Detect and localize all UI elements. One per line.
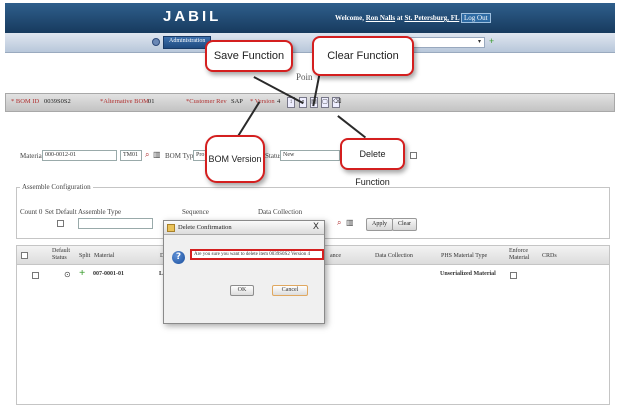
cancel-button[interactable]: Cancel [272,285,308,296]
checkbox[interactable] [410,152,417,159]
header-split: Split [79,253,91,259]
version-label: * Version [250,98,275,105]
delete-pointer-line [337,115,367,138]
header-ance: ance [330,253,341,259]
nav-bar: Administration ▾ + [5,33,615,53]
row-enforce-checkbox[interactable] [510,272,517,279]
row-phs-material-type: Unserialized Material [440,271,496,277]
customer-rev-label: *Customer Rev [186,98,227,105]
close-icon[interactable]: X [313,222,319,232]
delete-function-callout: Delete Function [340,138,405,187]
dialog-titlebar: Delete Confirmation X [164,221,324,235]
top-header: JABIL Welcome, Ron Nalls at St. Petersbu… [5,3,615,33]
search-icon[interactable]: ⌕ [337,218,341,228]
status-select[interactable]: New [280,150,340,161]
jabil-logo: JABIL [163,8,222,25]
default-status-icon[interactable]: ⊙ [64,270,71,279]
dialog-icon [167,224,175,232]
site-link[interactable]: St. Petersburg, FL [404,14,459,22]
data-collection-label: Data Collection [258,208,303,216]
row-material: 007-0001-01 [93,271,124,277]
count-label: Count 0 [20,208,43,216]
assemble-type-input[interactable] [78,218,153,229]
header-data-collection: Data Collection [375,253,413,259]
welcome-text: Welcome, Ron Nalls at St. Petersburg, FL… [335,13,491,23]
apply-button[interactable]: Apply [366,218,393,231]
assemble-type-label: Assemble Type [78,208,122,216]
row-checkbox[interactable] [32,272,39,279]
customer-rev-value[interactable]: SAP [231,98,243,105]
sequence-label: Sequence [182,208,209,216]
bom-type-label: BOM Type [165,152,197,160]
clear-button[interactable]: Clear [392,218,417,231]
header-material: Material [94,253,115,259]
alternative-bom-label: *Alternative BOM [100,98,149,105]
header-enforce-material: Enforce Material [509,248,530,261]
header-crds: CRDs [542,253,557,259]
delete-confirmation-dialog: Delete Confirmation X ? Are you sure you… [163,220,325,324]
version-value[interactable]: 4 [277,98,280,105]
bom-header-bar: * BOM ID 0039S0S2 *Alternative BOM 01 *C… [5,93,615,112]
dialog-message: Are you sure you want to delete item 003… [190,249,324,260]
document-icon[interactable]: ▥ [153,150,161,159]
ok-button[interactable]: OK [230,285,254,296]
user-link[interactable]: Ron Nalls [366,14,395,22]
bom-id-label: * BOM ID [11,98,40,105]
welcome-prefix: Welcome, [335,14,364,22]
set-default-label: Set Default [45,208,77,216]
logout-button[interactable]: Log Out [461,13,491,23]
alternative-bom-value[interactable]: 01 [148,98,155,105]
header-phs-material-type: PHS Material Type [441,253,488,259]
assemble-configuration-legend: Assemble Configuration [20,183,93,191]
at-text: at [396,14,403,22]
material-rev-input[interactable]: TM01 [120,150,142,161]
set-default-checkbox[interactable] [57,220,64,227]
clear-function-callout: Clear Function [312,36,414,76]
delete-icon[interactable]: ⌫ [332,97,341,108]
split-plus-icon[interactable]: + [79,267,85,279]
search-icon[interactable]: ⌕ [145,150,149,160]
page-title: Poin [296,72,313,82]
bom-id-value[interactable]: 0039S0S2 [44,98,71,105]
nav-select[interactable]: ▾ [410,37,485,48]
add-icon[interactable]: + [489,36,494,46]
document-icon[interactable]: ▥ [346,218,354,227]
material-input[interactable]: 000-0012-01 [42,150,117,161]
clear-icon[interactable]: ▢ [321,97,329,108]
question-icon: ? [172,251,185,264]
select-all-checkbox[interactable] [21,252,28,259]
bom-version-callout: BOM Version [205,135,265,183]
save-function-callout: Save Function [205,40,293,72]
dialog-title: Delete Confirmation [178,224,232,231]
chevron-down-icon: ▾ [477,39,481,45]
material-label: Material [20,152,44,160]
home-icon[interactable] [152,38,160,46]
header-default-status: Default Status [52,248,70,261]
